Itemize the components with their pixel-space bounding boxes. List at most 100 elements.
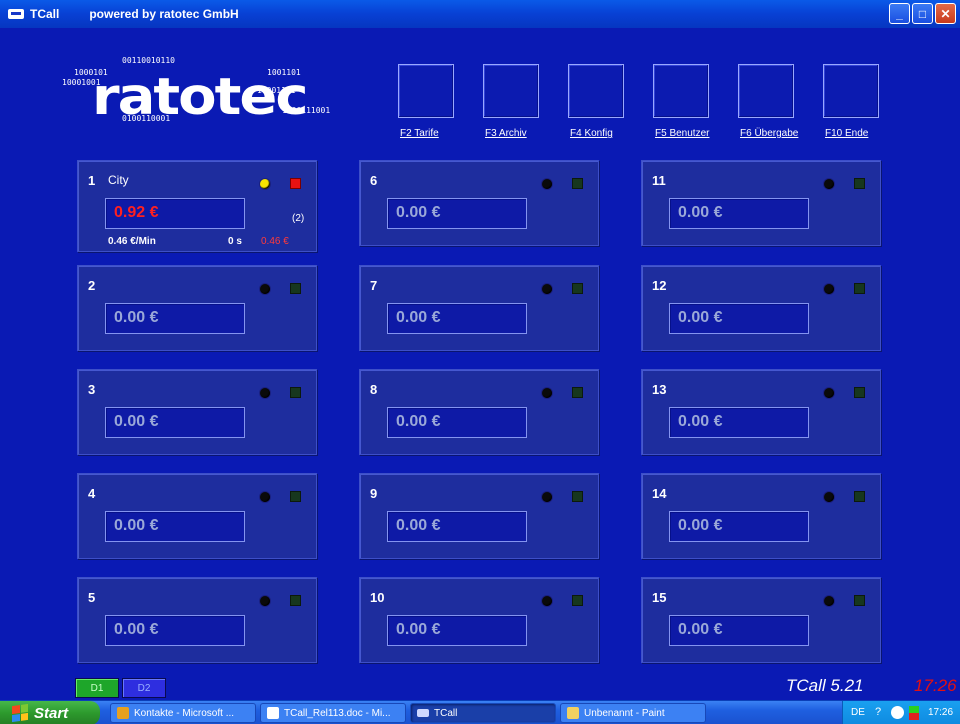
ratotec-logo: 00110010110 1000101 10001001 1001101 100… [62,56,331,127]
amount-display: 0.00 € [669,407,809,438]
line-panel-1[interactable]: 1 City 0.92 € (2) 0.46 €/Min 0 s 0.46 € [77,160,317,252]
line-panel-10[interactable]: 10 0.00 € [359,577,599,663]
rate-label: 0.46 €/Min [108,236,156,247]
status-square-icon [572,387,583,398]
status-square-icon [290,491,301,502]
line-number: 1 [88,173,96,188]
status-led-icon [542,284,552,294]
status-led-icon [542,388,552,398]
d2-button[interactable]: D2 [122,678,166,698]
status-square-icon [572,178,583,189]
tcall-icon [417,709,429,717]
taskbar: Start Kontakte - Microsoft ... TCall_Rel… [0,700,960,724]
amount-display: 0.00 € [669,615,809,646]
amount-display: 0.00 € [387,511,527,542]
status-square-icon [572,283,583,294]
tray-clock[interactable]: 17:26 [928,707,953,718]
duration-label: 0 s [228,236,242,247]
start-button[interactable]: Start [0,701,100,724]
maximize-button[interactable]: □ [912,3,933,24]
line-panel-14[interactable]: 14 0.00 € [641,473,881,559]
status-square-icon [854,387,865,398]
task-word-doc[interactable]: TCall_Rel113.doc - Mi... [260,703,406,723]
language-indicator[interactable]: DE [851,707,865,718]
status-led-icon [824,596,834,606]
window-subtitle: powered by ratotec GmbH [89,7,239,21]
amount-display: 0.00 € [669,303,809,334]
amount-display: 0.00 € [387,303,527,334]
paint-icon [567,707,579,719]
line-panel-5[interactable]: 5 0.00 € [77,577,317,663]
line-panel-7[interactable]: 7 0.00 € [359,265,599,351]
amount-display: 0.00 € [105,511,245,542]
status-led-icon [542,492,552,502]
window-title: TCall [30,7,60,21]
call-count: (2) [292,213,305,224]
d1-button[interactable]: D1 [75,678,119,698]
cost-label: 0.46 € [261,236,289,247]
outlook-icon [117,707,129,719]
status-led-icon [542,596,552,606]
close-button[interactable]: ✕ [935,3,956,24]
status-square-icon [572,595,583,606]
line-panel-11[interactable]: 11 0.00 € [641,160,881,246]
task-kontakte[interactable]: Kontakte - Microsoft ... [110,703,256,723]
app-clock: 17:26 [914,676,957,695]
tray-app-icon[interactable] [909,706,919,720]
status-led-icon [260,388,270,398]
f6-uebergabe-button[interactable]: F6 Übergabe [738,64,798,150]
line-panel-12[interactable]: 12 0.00 € [641,265,881,351]
f10-ende-button[interactable]: F10 Ende [823,64,881,150]
status-led-icon [824,388,834,398]
line-panel-4[interactable]: 4 0.00 € [77,473,317,559]
line-panel-9[interactable]: 9 0.00 € [359,473,599,559]
amount-display: 0.00 € [669,511,809,542]
status-square-icon [854,178,865,189]
status-led-icon [260,284,270,294]
amount-display: 0.00 € [105,615,245,646]
line-panel-6[interactable]: 6 0.00 € [359,160,599,246]
amount-display: 0.92 € [105,198,245,229]
status-led-icon [260,596,270,606]
amount-display: 0.00 € [387,198,527,229]
line-panel-13[interactable]: 13 0.00 € [641,369,881,455]
amount-display: 0.00 € [669,198,809,229]
line-name: City [108,173,129,187]
minimize-button[interactable]: _ [889,3,910,24]
status-led-icon [824,179,834,189]
status-square-icon [290,595,301,606]
f2-tarife-button[interactable]: F2 Tarife [398,64,456,150]
amount-display: 0.00 € [387,615,527,646]
status-led-icon [824,284,834,294]
amount-display: 0.00 € [105,303,245,334]
line-panel-15[interactable]: 15 0.00 € [641,577,881,663]
status-led-icon [542,179,552,189]
line-panel-3[interactable]: 3 0.00 € [77,369,317,455]
line-panel-2[interactable]: 2 0.00 € [77,265,317,351]
f5-benutzer-button[interactable]: F5 Benutzer [653,64,711,150]
task-paint[interactable]: Unbenannt - Paint [560,703,706,723]
status-led-icon [260,492,270,502]
title-bar: TCall powered by ratotec GmbH _ □ ✕ [0,0,960,28]
f3-archiv-button[interactable]: F3 Archiv [483,64,541,150]
status-led-icon [824,492,834,502]
status-square-icon [290,178,301,189]
status-led-icon [260,179,270,189]
windows-logo-icon [12,703,28,723]
line-panel-8[interactable]: 8 0.00 € [359,369,599,455]
version-label: TCall 5.21 [786,676,864,695]
amount-display: 0.00 € [105,407,245,438]
word-icon [267,707,279,719]
status-square-icon [290,283,301,294]
tcall-app-icon [8,9,24,19]
status-square-icon [854,283,865,294]
system-tray: DE ? 17:26 [842,701,960,724]
show-hidden-icons-icon[interactable] [891,706,904,719]
task-tcall[interactable]: TCall [410,703,556,723]
status-square-icon [572,491,583,502]
amount-display: 0.00 € [387,407,527,438]
help-icon[interactable]: ? [875,706,887,720]
status-square-icon [854,491,865,502]
status-square-icon [854,595,865,606]
f4-konfig-button[interactable]: F4 Konfig [568,64,626,150]
